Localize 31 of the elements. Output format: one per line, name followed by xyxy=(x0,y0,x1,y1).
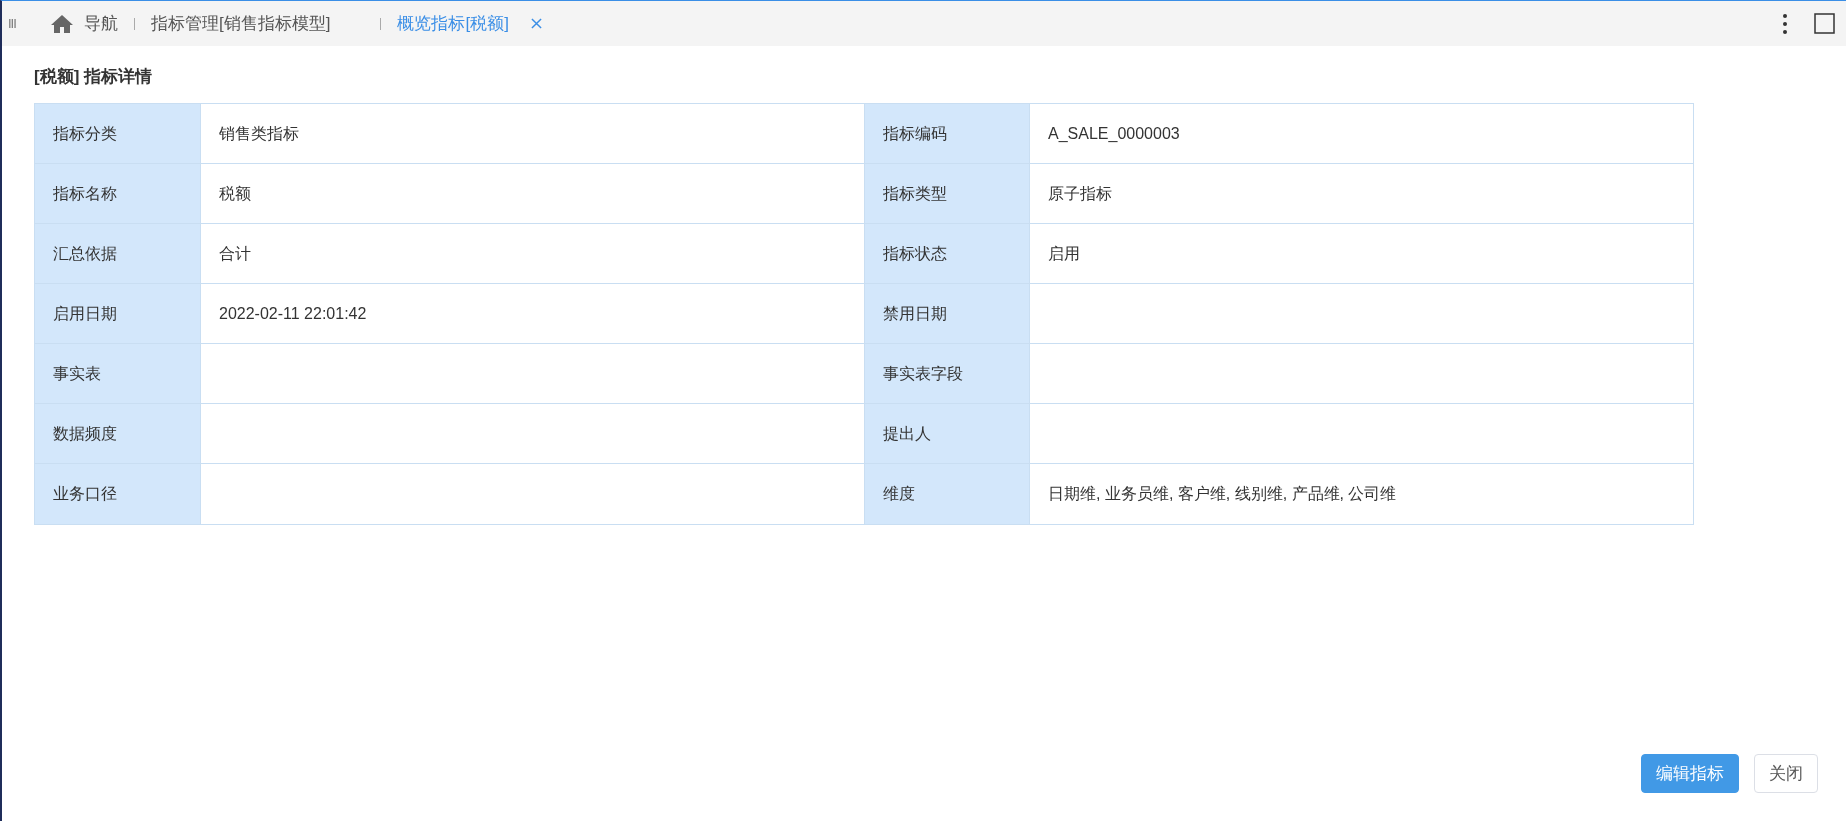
value-cell: 原子指标 xyxy=(1030,164,1693,224)
page-title: [税额] 指标详情 xyxy=(34,66,154,86)
value-cell-text: 日期维, 业务员维, 客户维, 线别维, 产品维, 公司维 xyxy=(1047,484,1398,504)
value-cell: 启用 xyxy=(1030,224,1693,284)
value-cell: A_SALE_0000003 xyxy=(1030,104,1693,164)
label-cell: 启用日期 xyxy=(35,284,201,344)
label-cell: 指标分类 xyxy=(35,104,201,164)
label-cell: 指标名称 xyxy=(35,164,201,224)
label-cell: 维度 xyxy=(865,464,1030,524)
label-cell: 数据频度 xyxy=(35,404,201,464)
value-cell: 2022-02-11 22:01:42 xyxy=(201,284,865,344)
label-cell: 事实表字段 xyxy=(865,344,1030,404)
menu-glyph[interactable]: III xyxy=(8,13,22,34)
label-cell: 提出人 xyxy=(865,404,1030,464)
label-cell: 指标类型 xyxy=(865,164,1030,224)
tab[interactable]: 指标管理[销售指标模型] xyxy=(151,10,331,37)
close-icon[interactable] xyxy=(530,18,542,29)
value-cell: 合计 xyxy=(201,224,865,284)
more-icon[interactable] xyxy=(1782,12,1788,35)
label-cell: 指标状态 xyxy=(865,224,1030,284)
value-cell: 销售类指标 xyxy=(201,104,865,164)
label-cell: 业务口径 xyxy=(35,464,201,524)
maximize-icon[interactable] xyxy=(1814,13,1835,34)
label-cell: 事实表 xyxy=(35,344,201,404)
label-cell: 禁用日期 xyxy=(865,284,1030,344)
value-cell: 税额 xyxy=(201,164,865,224)
label-cell: 指标编码 xyxy=(865,104,1030,164)
label-cell: 汇总依据 xyxy=(35,224,201,284)
home-icon[interactable] xyxy=(50,13,74,34)
home-tab[interactable]: 导航 xyxy=(84,10,118,37)
close-button[interactable]: 关闭 xyxy=(1754,754,1818,793)
